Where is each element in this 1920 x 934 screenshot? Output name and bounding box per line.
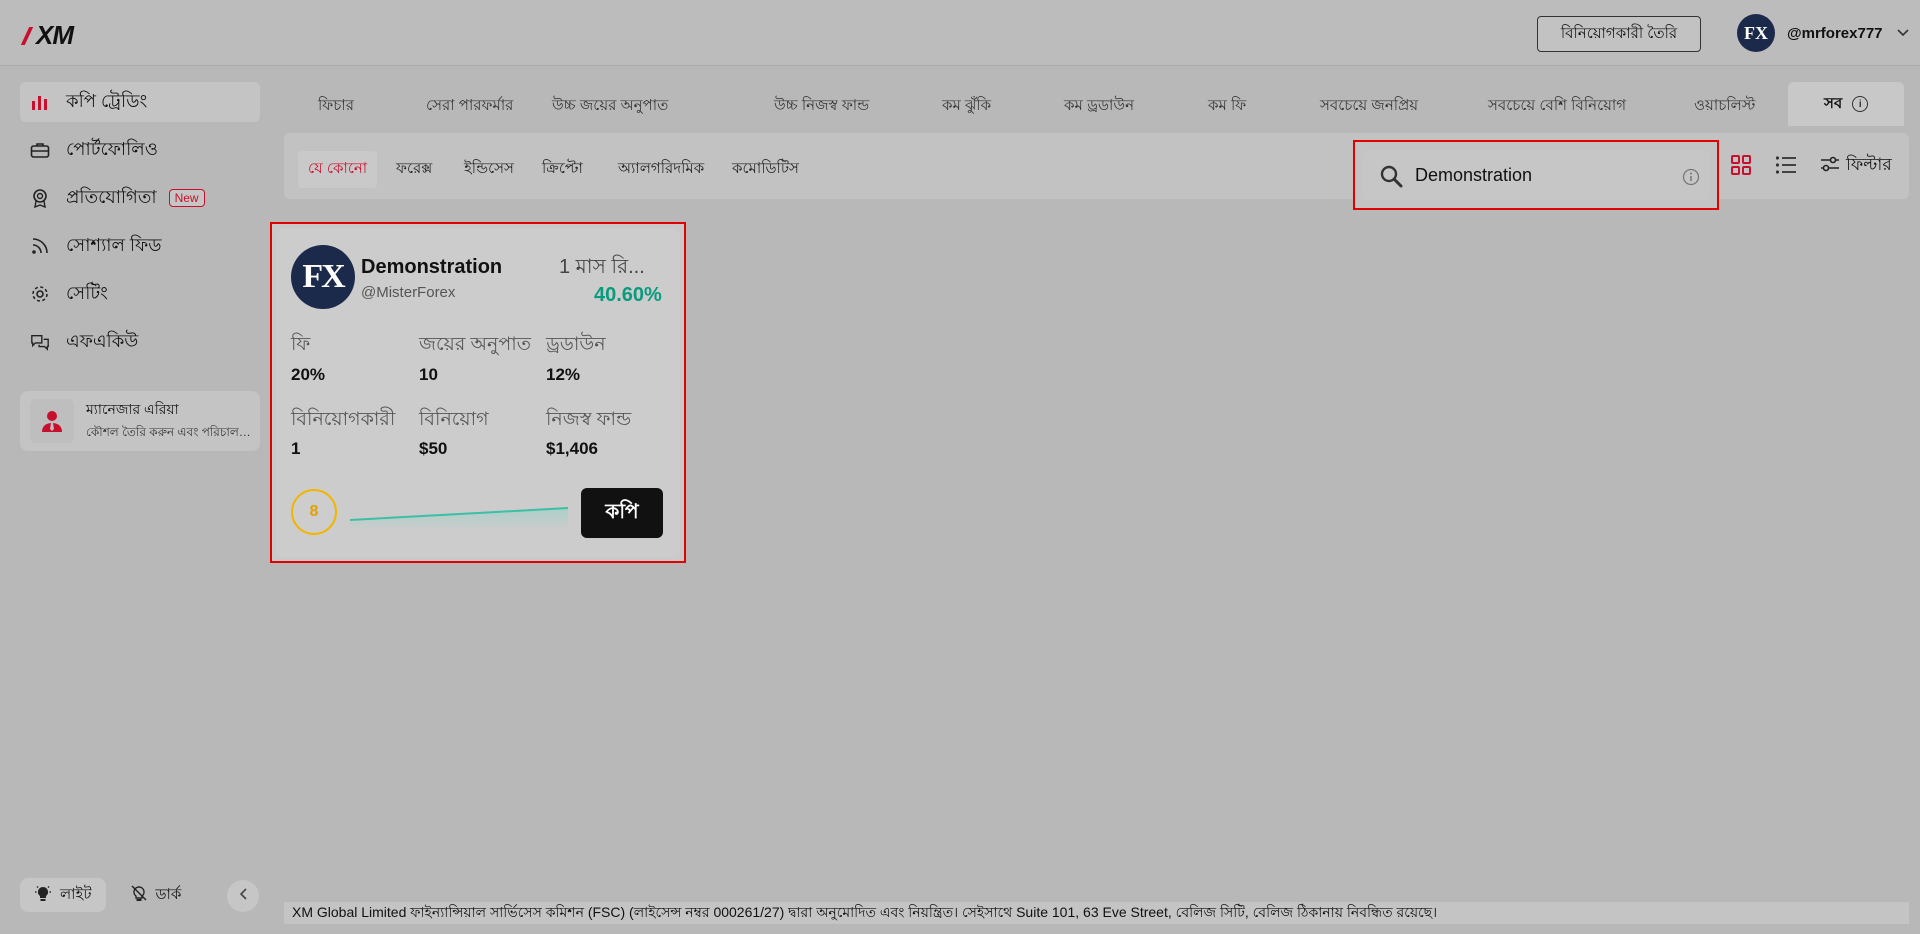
sidebar: কপি ট্রেডিং পোর্টফোলিও প্রতিযোগিতা New স… [0, 66, 270, 934]
tab-low-fee[interactable]: কম ফি [1208, 94, 1246, 119]
sidebar-item-portfolio[interactable]: পোর্টফোলিও [20, 130, 260, 170]
create-investor-button[interactable]: বিনিয়োগকারী তৈরি [1537, 16, 1701, 52]
risk-score-badge: 8 [291, 489, 337, 535]
sidebar-item-copy-trading[interactable]: কপি ট্রেডিং [20, 82, 260, 122]
stat-drawdown-value: 12% [546, 365, 581, 384]
manager-subtitle: কৌশল তৈরি করুন এবং পরিচালনা করুন [86, 425, 251, 439]
category-algorithmic[interactable]: অ্যালগরিদমিক [608, 151, 714, 188]
strategy-name[interactable]: Demonstration [361, 256, 502, 279]
chevron-down-icon[interactable] [1896, 26, 1909, 40]
sidebar-item-faq[interactable]: এফএকিউ [20, 322, 260, 362]
tab-low-drawdown[interactable]: কম ড্রডাউন [1064, 94, 1134, 119]
top-header: XM বিনিয়োগকারী তৈরি FX @mrforex777 [0, 0, 1920, 66]
stat-investors-value: 1 [291, 439, 301, 458]
tab-low-risk[interactable]: কম ঝুঁকি [942, 94, 991, 119]
search-info-icon[interactable] [1682, 168, 1700, 191]
copy-button[interactable]: কপি [581, 488, 663, 538]
sidebar-item-label: সোশ্যাল ফিড [66, 234, 162, 255]
tab-high-win-ratio[interactable]: উচ্চ জয়ের অনুপাত [552, 94, 668, 119]
stat-investors-label: বিনিয়োগকারী [291, 409, 396, 430]
light-theme-button[interactable]: লাইট [20, 878, 106, 912]
category-commodities[interactable]: কমোডিটিস [722, 151, 809, 188]
manager-title: ম্যানেজার এরিয়া [86, 401, 179, 417]
manager-icon [30, 399, 74, 443]
sidebar-item-label: প্রতিযোগিতা [66, 186, 157, 207]
list-view-icon[interactable] [1775, 155, 1797, 180]
collapse-sidebar-button[interactable] [227, 880, 259, 912]
lightbulb-icon [34, 884, 52, 906]
sidebar-item-label: এফএকিউ [66, 330, 139, 351]
strategy-card[interactable]: FX Demonstration @MisterForex 1 মাস রি..… [276, 228, 680, 557]
performance-sparkline [349, 507, 569, 530]
sidebar-item-label: সেটিং [66, 282, 108, 303]
return-value: 40.60% [594, 284, 662, 306]
return-period: 1 মাস রি... [559, 256, 645, 278]
dark-theme-button[interactable]: ডার্ক [116, 878, 196, 912]
strategy-handle: @MisterForex [361, 284, 456, 301]
medal-icon [30, 188, 50, 208]
lightbulb-off-icon [130, 884, 148, 906]
light-theme-label: লাইট [60, 885, 92, 903]
xm-logo-text: XM [36, 20, 74, 50]
sidebar-item-competition[interactable]: প্রতিযোগিতা New [20, 178, 260, 218]
chat-bubbles-icon [30, 332, 50, 352]
sliders-icon [1820, 155, 1840, 178]
grid-view-icon[interactable] [1730, 154, 1752, 181]
sidebar-item-label: পোর্টফোলিও [66, 138, 158, 159]
sidebar-item-settings[interactable]: সেটিং [20, 274, 260, 314]
tab-all-label: সব [1824, 94, 1843, 112]
user-menu[interactable]: FX @mrforex777 [1737, 14, 1909, 52]
search-box [1353, 140, 1719, 210]
theme-toggle: লাইট ডার্ক [20, 878, 195, 912]
new-badge: New [168, 189, 205, 207]
user-avatar[interactable]: FX [1737, 14, 1775, 52]
tab-most-popular[interactable]: সবচেয়ে জনপ্রিয় [1320, 94, 1418, 119]
sidebar-item-label: কপি ট্রেডিং [66, 90, 148, 111]
username[interactable]: @mrforex777 [1787, 25, 1883, 42]
manager-area-card[interactable]: ম্যানেজার এরিয়া কৌশল তৈরি করুন এবং পরিচ… [20, 391, 260, 451]
tab-all[interactable]: সব i [1788, 82, 1905, 126]
stat-drawdown-label: ড্রডাউন [546, 334, 606, 355]
sidebar-item-social-feed[interactable]: সোশ্যাল ফিড [20, 226, 260, 266]
dark-theme-label: ডার্ক [155, 885, 182, 903]
tab-watchlist[interactable]: ওয়াচলিস্ট [1694, 94, 1755, 119]
chevron-left-icon [239, 887, 247, 905]
regulatory-footer: XM Global Limited ফাইন্যান্সিয়াল সার্ভি… [284, 902, 1909, 924]
info-icon[interactable]: i [1852, 96, 1869, 112]
briefcase-icon [30, 140, 50, 160]
category-indices[interactable]: ইন্ডিসেস [454, 151, 524, 188]
filter-button[interactable]: ফিল্টার [1820, 152, 1892, 180]
xm-logo-mark [22, 25, 36, 47]
strategy-tabs: ফিচার সেরা পারফর্মার উচ্চ জয়ের অনুপাত উ… [284, 82, 1909, 126]
stat-win-ratio-value: 10 [419, 365, 438, 384]
search-input[interactable] [1415, 160, 1675, 190]
tab-most-invested[interactable]: সবচেয়ে বেশি বিনিয়োগ [1488, 94, 1626, 119]
strategy-avatar: FX [291, 245, 355, 309]
gear-icon [30, 284, 50, 304]
tab-top-performers[interactable]: সেরা পারফর্মার [426, 94, 513, 119]
category-crypto[interactable]: ক্রিপ্টো [532, 151, 593, 188]
stat-fee-value: 20% [291, 365, 326, 384]
stat-own-funds-value: $1,406 [546, 439, 598, 458]
category-any[interactable]: যে কোনো [298, 151, 378, 188]
tab-high-own-funds[interactable]: উচ্চ নিজস্ব ফান্ড [774, 94, 869, 119]
xm-logo[interactable]: XM [22, 20, 74, 51]
stat-win-ratio-label: জয়ের অনুপাত [419, 334, 532, 355]
category-forex[interactable]: ফরেক্স [386, 151, 442, 188]
filter-label: ফিল্টার [1846, 155, 1892, 174]
stat-fee-label: ফি [291, 334, 311, 355]
stat-investment-value: $50 [419, 439, 448, 458]
search-icon [1379, 164, 1403, 193]
stat-own-funds-label: নিজস্ব ফান্ড [546, 409, 632, 430]
bar-chart-icon [30, 92, 50, 112]
tab-featured[interactable]: ফিচার [318, 94, 354, 119]
rss-icon [30, 236, 50, 256]
stat-investment-label: বিনিয়োগ [419, 409, 489, 430]
